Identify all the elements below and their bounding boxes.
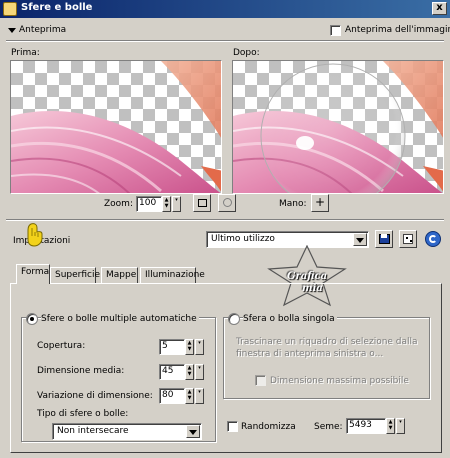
zoom-fit-button[interactable]: [193, 194, 211, 212]
max-size-checkbox[interactable]: [255, 375, 266, 386]
coverage-slider-button[interactable]: ▾: [195, 339, 204, 355]
before-image: [11, 61, 221, 193]
chevron-down-icon: [356, 238, 364, 243]
pan-label: Mano:: [279, 199, 307, 209]
auto-radio[interactable]: [26, 313, 38, 325]
avg-size-input[interactable]: 45: [159, 364, 185, 380]
after-image: [233, 61, 443, 193]
randomize-checkbox[interactable]: [227, 421, 238, 432]
size-var-spinner[interactable]: ▲ ▼: [185, 388, 194, 404]
seed-input[interactable]: 5493: [346, 418, 386, 434]
dice-pip: [406, 237, 408, 239]
dropdown-arrow[interactable]: [186, 425, 200, 438]
close-button[interactable]: x: [432, 2, 447, 15]
type-label: Tipo di sfere o bolle:: [37, 409, 129, 419]
image-preview-checkbox[interactable]: [330, 25, 341, 36]
coverage-spinner[interactable]: ▲ ▼: [185, 339, 194, 355]
seed-slider-button[interactable]: ▾: [396, 418, 405, 434]
coverage-label: Copertura:: [37, 341, 86, 351]
size-var-slider-button[interactable]: ▾: [195, 388, 204, 404]
reset-icon: [429, 235, 437, 243]
seed-label: Seme:: [314, 422, 343, 432]
watermark-text-1: Grafica: [287, 271, 328, 282]
max-size-label: Dimensione massima possibile: [270, 376, 409, 386]
size-var-input[interactable]: 80: [159, 388, 185, 404]
tab-illuminazione[interactable]: Illuminazione: [140, 267, 205, 284]
before-pane-label: Prima:: [11, 48, 40, 58]
before-preview[interactable]: [10, 60, 222, 194]
tab-superficie[interactable]: Superficie: [50, 267, 100, 284]
tab-mappe[interactable]: Mappe: [101, 267, 138, 284]
zoom-icon: [223, 198, 232, 207]
single-help-text: Trascinare un riquadro di selezione dall…: [236, 337, 418, 359]
after-preview[interactable]: [232, 60, 444, 194]
app-icon: [3, 2, 17, 16]
save-preset-button[interactable]: [375, 230, 393, 248]
pointer-hand-icon: [27, 223, 43, 247]
zoom-reset-button[interactable]: [218, 194, 236, 212]
zoom-input[interactable]: 100: [136, 196, 162, 212]
dice-pip: [410, 240, 412, 242]
divider: [6, 219, 444, 221]
single-radio[interactable]: [228, 313, 240, 325]
pan-button[interactable]: +: [311, 194, 329, 212]
reset-button[interactable]: [425, 231, 441, 247]
window-title: Sfere e bolle: [21, 2, 93, 13]
type-selected: Non intersecare: [57, 426, 129, 436]
chevron-down-icon[interactable]: [8, 28, 16, 33]
plus-icon: +: [314, 195, 326, 209]
after-pane-label: Dopo:: [233, 48, 260, 58]
type-dropdown[interactable]: Non intersecare: [52, 423, 202, 440]
zoom-label: Zoom:: [104, 199, 133, 209]
divider: [6, 40, 444, 42]
zoom-fit-icon: [198, 199, 207, 207]
tab-forma[interactable]: Forma: [16, 264, 50, 284]
image-preview-label: Anteprima dell'immagine: [345, 25, 450, 35]
single-radio-label: Sfera o bolla singola: [243, 314, 337, 324]
save-icon-label: [381, 234, 387, 238]
auto-radio-label: Sfere o bolle multiple automatiche: [41, 314, 199, 324]
avg-size-spinner[interactable]: ▲ ▼: [185, 364, 194, 380]
preview-toggle-label[interactable]: Anteprima: [19, 25, 66, 35]
randomize-label: Randomizza: [241, 422, 296, 432]
seed-spinner[interactable]: ▲ ▼: [386, 418, 395, 434]
chevron-down-icon: [189, 430, 197, 435]
size-var-label: Variazione di dimensione:: [37, 391, 153, 401]
coverage-input[interactable]: 5: [159, 339, 185, 355]
zoom-spinner[interactable]: ▲ ▼: [162, 196, 171, 212]
avg-size-label: Dimensione media:: [37, 366, 125, 376]
zoom-preset-button[interactable]: ▾: [172, 196, 181, 212]
randomize-params-button[interactable]: [399, 230, 417, 248]
dice-icon: [403, 234, 413, 244]
presets-selected: Ultimo utilizzo: [211, 234, 275, 244]
avg-size-slider-button[interactable]: ▾: [195, 364, 204, 380]
dropdown-arrow[interactable]: [353, 233, 367, 246]
